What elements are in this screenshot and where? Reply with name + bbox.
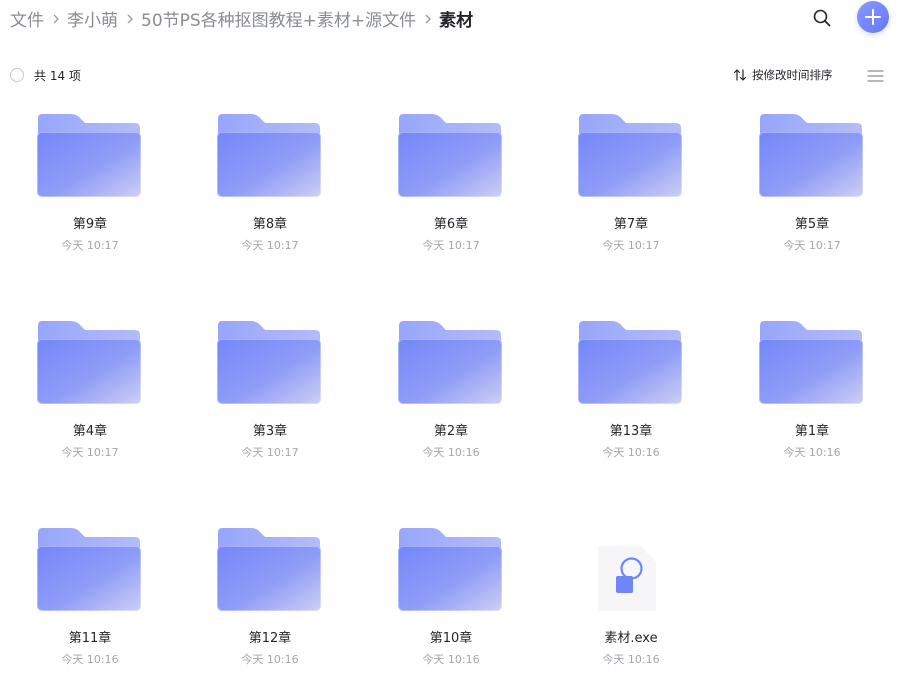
- item-name: 第11章: [68, 631, 112, 646]
- item-name: 第12章: [248, 631, 292, 646]
- folder-item[interactable]: 第10章今天 10:16: [373, 528, 523, 698]
- item-modified-time: 今天 10:16: [241, 653, 299, 666]
- folder-icon: [398, 114, 502, 198]
- item-modified-time: 今天 10:17: [602, 239, 660, 252]
- folder-icon: [759, 114, 863, 198]
- folder-item[interactable]: 第5章今天 10:17: [734, 114, 884, 284]
- file-item[interactable]: 素材.exe 今天 10:16: [553, 528, 703, 698]
- folder-item[interactable]: 第4章今天 10:17: [12, 321, 162, 491]
- folder-item[interactable]: 第1章今天 10:16: [734, 321, 884, 491]
- item-name: 第10章: [429, 631, 473, 646]
- folder-icon: [398, 528, 502, 612]
- item-name: 第9章: [72, 217, 108, 232]
- folder-icon: [37, 528, 141, 612]
- folder-icon: [759, 321, 863, 405]
- folder-item[interactable]: 第2章今天 10:16: [373, 321, 523, 491]
- item-modified-time: 今天 10:16: [422, 446, 480, 459]
- folder-icon: [398, 321, 502, 405]
- item-modified-time: 今天 10:17: [61, 446, 119, 459]
- folder-icon: [37, 321, 141, 405]
- item-name: 第5章: [794, 217, 830, 232]
- item-modified-time: 今天 10:16: [422, 653, 480, 666]
- item-modified-time: 今天 10:17: [783, 239, 841, 252]
- item-name: 第7章: [613, 217, 649, 232]
- item-name: 第1章: [794, 424, 830, 439]
- folder-icon: [37, 114, 141, 198]
- item-name: 第3章: [252, 424, 288, 439]
- folder-item[interactable]: 第6章今天 10:17: [373, 114, 523, 284]
- folder-item[interactable]: 第12章今天 10:16: [192, 528, 342, 698]
- item-modified-time: 今天 10:16: [783, 446, 841, 459]
- item-modified-time: 今天 10:16: [602, 446, 660, 459]
- file-grid: 第9章 今天 10:17 第8章 今天 10:17 第6章 今天 10:17 第7章 今天 1…: [0, 0, 898, 671]
- item-name: 素材.exe: [604, 631, 658, 646]
- item-modified-time: 今天 10:16: [602, 653, 660, 666]
- exe-file-icon: [578, 528, 682, 612]
- folder-item[interactable]: 第13章今天 10:16: [553, 321, 703, 491]
- item-name: 第2章: [433, 424, 469, 439]
- item-modified-time: 今天 10:17: [241, 446, 299, 459]
- folder-icon: [217, 528, 321, 612]
- folder-icon: [578, 321, 682, 405]
- folder-icon: [217, 321, 321, 405]
- item-modified-time: 今天 10:17: [422, 239, 480, 252]
- folder-item[interactable]: 第7章今天 10:17: [553, 114, 703, 284]
- folder-icon: [217, 114, 321, 198]
- item-modified-time: 今天 10:17: [61, 239, 119, 252]
- folder-item[interactable]: 第11章今天 10:16: [12, 528, 162, 698]
- folder-icon: [578, 114, 682, 198]
- item-modified-time: 今天 10:17: [241, 239, 299, 252]
- item-name: 第13章: [609, 424, 653, 439]
- folder-item[interactable]: 第9章今天 10:17: [12, 114, 162, 284]
- item-name: 第6章: [433, 217, 469, 232]
- item-name: 第8章: [252, 217, 288, 232]
- item-modified-time: 今天 10:16: [61, 653, 119, 666]
- folder-item[interactable]: 第3章今天 10:17: [192, 321, 342, 491]
- folder-item[interactable]: 第8章今天 10:17: [192, 114, 342, 284]
- item-name: 第4章: [72, 424, 108, 439]
